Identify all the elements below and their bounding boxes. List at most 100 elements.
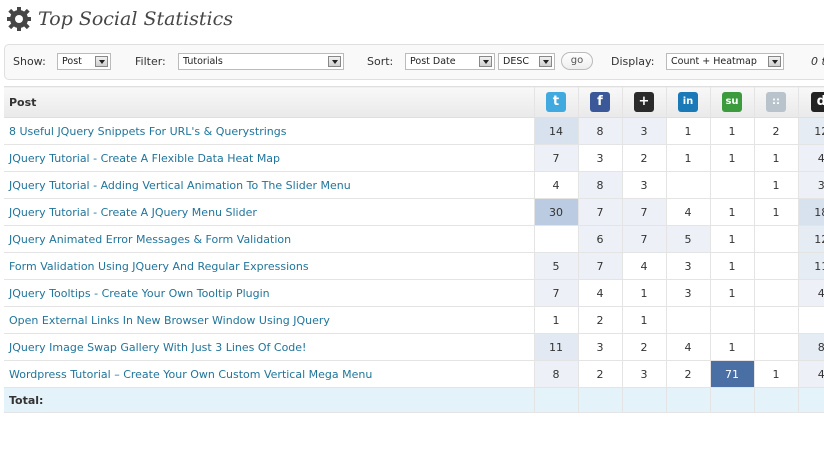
stat-cell-facebook: 3 <box>577 333 622 361</box>
stat-cell-digg: 3 <box>797 171 824 199</box>
post-title-link[interactable]: JQuery Tutorial - Create A Flexible Data… <box>4 144 534 172</box>
stat-cell-google-buzz: 3 <box>621 360 666 388</box>
stat-cell-twitter: 8 <box>533 360 578 388</box>
post-title-link[interactable]: Open External Links In New Browser Windo… <box>4 306 534 334</box>
stat-cell-delicious: 1 <box>753 171 798 199</box>
stat-cell-digg: 8 <box>797 333 824 361</box>
stat-cell-google-buzz: 3 <box>621 117 666 145</box>
total-row: Total: <box>4 387 824 413</box>
column-header-twitter[interactable]: t <box>533 86 578 118</box>
column-header-digg[interactable]: d <box>797 86 824 118</box>
stat-cell-google-buzz: 1 <box>621 279 666 307</box>
table-header: Post t f + in su :: d <box>4 86 824 118</box>
go-button[interactable]: go <box>561 52 593 70</box>
page-title: Top Social Statistics <box>38 8 234 30</box>
stat-cell-linkedin: 4 <box>665 198 710 226</box>
stat-cell-twitter: 1 <box>533 306 578 334</box>
stat-cell-linkedin: 5 <box>665 225 710 253</box>
total-cell <box>753 387 798 413</box>
stat-cell-facebook: 2 <box>577 306 622 334</box>
stat-cell-twitter: 7 <box>533 279 578 307</box>
stat-cell-twitter: 7 <box>533 144 578 172</box>
page-header: Top Social Statistics <box>6 4 233 34</box>
table-row: JQuery Tutorial - Adding Vertical Animat… <box>4 171 824 199</box>
post-title-link[interactable]: JQuery Animated Error Messages & Form Va… <box>4 225 534 253</box>
stat-cell-facebook: 4 <box>577 279 622 307</box>
stat-cell-stumbleupon <box>709 306 754 334</box>
post-title-link[interactable]: JQuery Tooltips - Create Your Own Toolti… <box>4 279 534 307</box>
stat-cell-stumbleupon: 1 <box>709 198 754 226</box>
stat-cell-delicious <box>753 306 798 334</box>
table-row: JQuery Tutorial - Create A JQuery Menu S… <box>4 198 824 226</box>
post-title-link[interactable]: Wordpress Tutorial – Create Your Own Cus… <box>4 360 534 388</box>
stat-cell-facebook: 7 <box>577 198 622 226</box>
delicious-icon: :: <box>766 92 786 112</box>
post-title-link[interactable]: JQuery Tutorial - Create A JQuery Menu S… <box>4 198 534 226</box>
column-header-stumbleupon[interactable]: su <box>709 86 754 118</box>
stat-cell-digg: 11 <box>797 252 824 280</box>
table-row: Wordpress Tutorial – Create Your Own Cus… <box>4 360 824 388</box>
stat-cell-linkedin: 1 <box>665 144 710 172</box>
order-select-value: DESC <box>503 56 529 67</box>
stat-cell-facebook: 7 <box>577 252 622 280</box>
stat-cell-facebook: 6 <box>577 225 622 253</box>
order-select[interactable]: DESC <box>498 53 555 70</box>
stat-cell-google-buzz: 4 <box>621 252 666 280</box>
table-row: JQuery Tooltips - Create Your Own Toolti… <box>4 279 824 307</box>
stat-cell-facebook: 3 <box>577 144 622 172</box>
table-row: Form Validation Using JQuery And Regular… <box>4 252 824 280</box>
sort-select[interactable]: Post Date <box>405 53 495 70</box>
filter-select-value: Tutorials <box>183 56 223 67</box>
display-label: Display: <box>611 55 655 68</box>
stat-cell-google-buzz: 7 <box>621 198 666 226</box>
chevron-down-icon <box>539 56 552 67</box>
column-header-post[interactable]: Post <box>4 86 534 118</box>
filter-label: Filter: <box>135 55 166 68</box>
stat-cell-digg: 4 <box>797 144 824 172</box>
stat-cell-linkedin: 2 <box>665 360 710 388</box>
stat-cell-delicious <box>753 333 798 361</box>
stat-cell-twitter: 5 <box>533 252 578 280</box>
stat-cell-google-buzz: 7 <box>621 225 666 253</box>
filter-bar: Show: Post Filter: Tutorials Sort: Post … <box>4 44 824 80</box>
stat-cell-google-buzz: 2 <box>621 144 666 172</box>
sort-label: Sort: <box>367 55 394 68</box>
stat-cell-stumbleupon: 1 <box>709 225 754 253</box>
total-cell <box>797 387 824 413</box>
filter-select[interactable]: Tutorials <box>178 53 344 70</box>
table-row: JQuery Animated Error Messages & Form Va… <box>4 225 824 253</box>
stat-cell-digg: 18 <box>797 198 824 226</box>
post-title-link[interactable]: JQuery Tutorial - Adding Vertical Animat… <box>4 171 534 199</box>
stat-cell-facebook: 8 <box>577 117 622 145</box>
show-label: Show: <box>13 55 46 68</box>
display-select[interactable]: Count + Heatmap <box>666 53 784 70</box>
stat-cell-twitter: 11 <box>533 333 578 361</box>
column-header-google-buzz[interactable]: + <box>621 86 666 118</box>
stat-cell-stumbleupon <box>709 171 754 199</box>
post-title-link[interactable]: JQuery Image Swap Gallery With Just 3 Li… <box>4 333 534 361</box>
total-cell <box>621 387 666 413</box>
stat-cell-stumbleupon: 1 <box>709 144 754 172</box>
stat-cell-delicious <box>753 225 798 253</box>
show-select-value: Post <box>62 56 82 67</box>
post-title-link[interactable]: 8 Useful JQuery Snippets For URL's & Que… <box>4 117 534 145</box>
stat-cell-facebook: 8 <box>577 171 622 199</box>
chevron-down-icon <box>479 56 492 67</box>
stumbleupon-icon: su <box>722 92 742 112</box>
stat-cell-google-buzz: 2 <box>621 333 666 361</box>
table-row: JQuery Tutorial - Create A Flexible Data… <box>4 144 824 172</box>
stats-table: Post t f + in su :: d 8 Useful JQuery Sn… <box>4 86 824 413</box>
stat-cell-google-buzz: 1 <box>621 306 666 334</box>
stat-cell-digg: 4 <box>797 360 824 388</box>
stat-cell-delicious: 1 <box>753 144 798 172</box>
column-header-delicious[interactable]: :: <box>753 86 798 118</box>
stat-cell-delicious: 1 <box>753 360 798 388</box>
post-title-link[interactable]: Form Validation Using JQuery And Regular… <box>4 252 534 280</box>
table-row: JQuery Image Swap Gallery With Just 3 Li… <box>4 333 824 361</box>
column-header-facebook[interactable]: f <box>577 86 622 118</box>
chevron-down-icon <box>768 56 781 67</box>
stat-cell-linkedin: 3 <box>665 252 710 280</box>
show-select[interactable]: Post <box>57 53 111 70</box>
column-header-linkedin[interactable]: in <box>665 86 710 118</box>
stat-cell-stumbleupon: 1 <box>709 117 754 145</box>
